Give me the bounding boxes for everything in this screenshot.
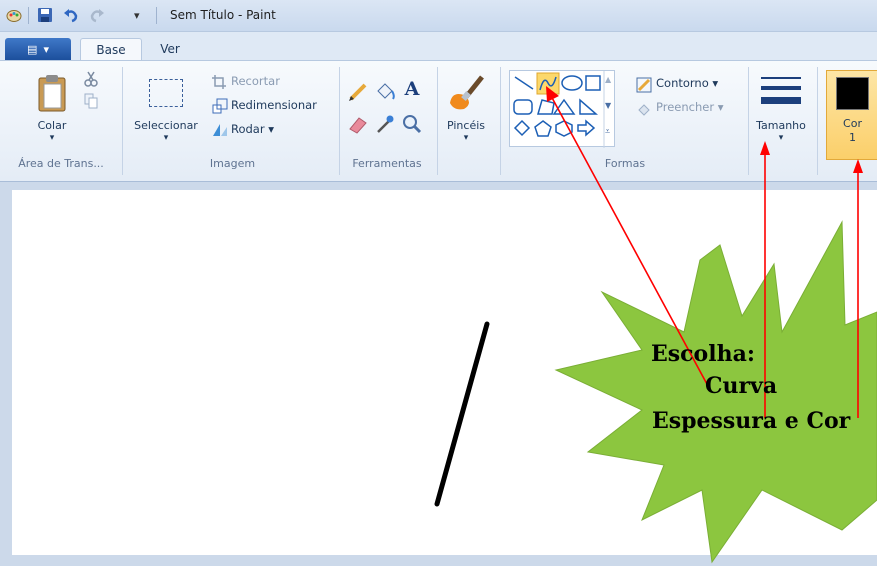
drawn-line — [434, 321, 490, 507]
callout-line-1: Escolha: — [651, 341, 755, 367]
callout-line-3: Espessura e Cor — [652, 408, 851, 434]
arrow-head-icon — [853, 159, 863, 173]
arrow-head-icon — [760, 141, 770, 155]
callout-line-2: Curva — [705, 373, 778, 399]
